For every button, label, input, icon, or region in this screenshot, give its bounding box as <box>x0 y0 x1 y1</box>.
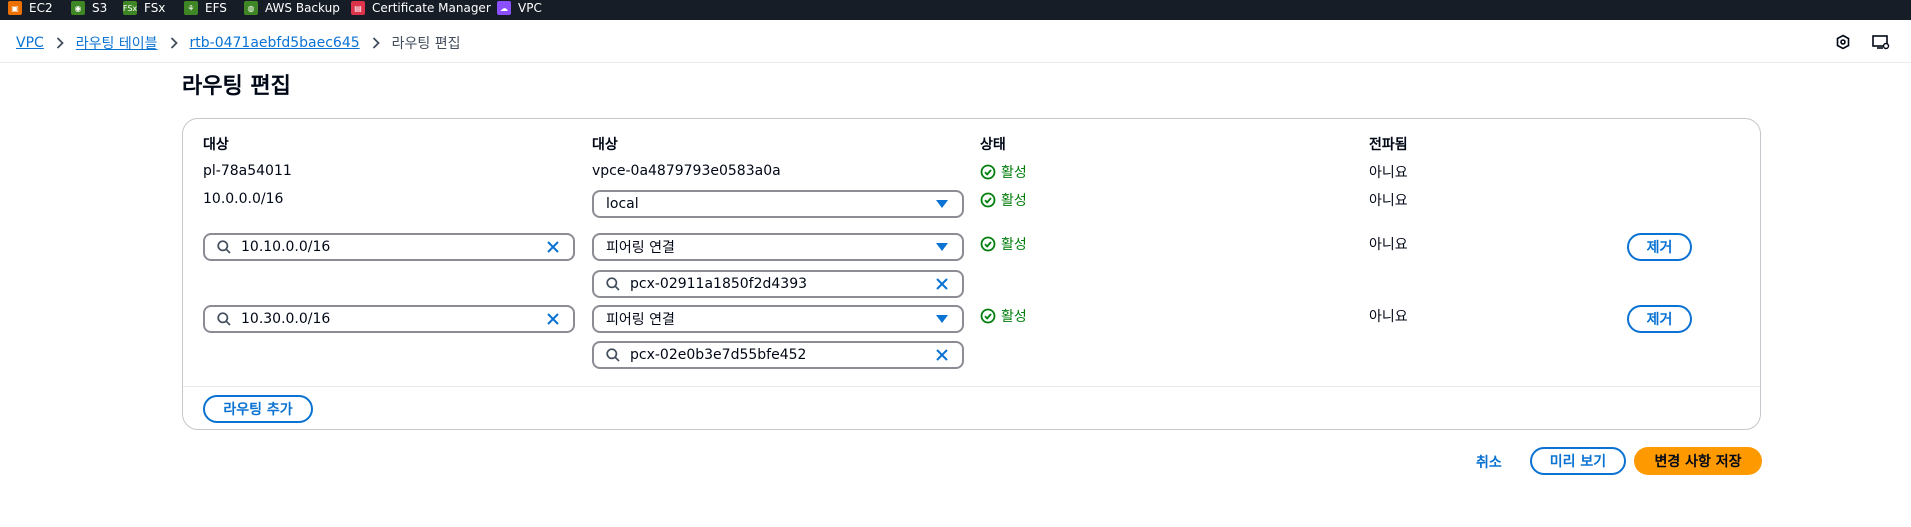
add-route-button[interactable]: 라우팅 추가 <box>203 395 313 423</box>
destination-search-input[interactable]: 10.10.0.0/16 <box>203 233 575 261</box>
chevron-right-icon <box>170 37 178 49</box>
target-type-select[interactable]: local <box>592 190 964 218</box>
route-propagated: 아니요 <box>1369 237 1408 253</box>
target-id-search-input[interactable]: pcx-02911a1850f2d4393 <box>592 270 964 298</box>
s3-icon: ◉ <box>71 1 85 15</box>
feedback-button[interactable] <box>1833 32 1853 52</box>
service-shortcut-s3[interactable]: ◉ S3 <box>71 0 107 16</box>
route-destination: 10.0.0.0/16 <box>203 191 284 207</box>
check-circle-icon <box>980 192 996 208</box>
breadcrumb-link-vpc[interactable]: VPC <box>16 35 44 51</box>
column-header-propagated: 전파됨 <box>1369 137 1408 153</box>
service-shortcut-vpc[interactable]: ☁ VPC <box>497 0 542 16</box>
service-shortcut-ec2[interactable]: ▣ EC2 <box>8 0 53 16</box>
route-propagated: 아니요 <box>1369 165 1408 181</box>
target-type-select[interactable]: 피어링 연결 <box>592 233 964 261</box>
remove-route-button[interactable]: 제거 <box>1627 233 1692 261</box>
monitor-settings-icon <box>1872 35 1890 50</box>
caret-down-icon <box>936 200 948 208</box>
save-changes-button[interactable]: 변경 사항 저장 <box>1634 447 1762 475</box>
search-icon <box>606 348 620 362</box>
destination-search-input[interactable]: 10.30.0.0/16 <box>203 305 575 333</box>
caret-down-icon <box>936 315 948 323</box>
service-shortcut-efs[interactable]: ⚘ EFS <box>184 0 227 16</box>
status-badge: 활성 <box>980 162 1027 182</box>
column-header-target: 대상 <box>592 137 618 153</box>
search-icon <box>217 312 231 326</box>
cancel-button[interactable]: 취소 <box>1476 452 1502 472</box>
status-badge: 활성 <box>980 306 1027 326</box>
clear-icon[interactable] <box>543 237 563 257</box>
service-shortcut-aws-backup[interactable]: ◍ AWS Backup <box>244 0 340 16</box>
target-id-search-input[interactable]: pcx-02e0b3e7d55bfe452 <box>592 341 964 369</box>
chevron-right-icon <box>372 37 380 49</box>
service-shortcut-fsx[interactable]: FSx FSx <box>123 0 165 16</box>
breadcrumb: VPC 라우팅 테이블 rtb-0471aebfd5baec645 라우팅 편집 <box>16 33 461 53</box>
panel-divider <box>183 386 1760 387</box>
efs-icon: ⚘ <box>184 1 198 15</box>
chevron-right-icon <box>56 37 64 49</box>
clear-icon[interactable] <box>543 309 563 329</box>
breadcrumb-link-route-tables[interactable]: 라우팅 테이블 <box>76 33 158 53</box>
fsx-icon: FSx <box>123 1 137 15</box>
clear-icon[interactable] <box>932 345 952 365</box>
check-circle-icon <box>980 308 996 324</box>
route-propagated: 아니요 <box>1369 193 1408 209</box>
column-header-status: 상태 <box>980 137 1006 153</box>
top-service-bar: ▣ EC2 ◉ S3 FSx FSx ⚘ EFS ◍ AWS Backup ▤ … <box>0 0 1911 20</box>
display-preferences-button[interactable] <box>1871 32 1891 52</box>
routes-container <box>182 118 1761 430</box>
route-propagated: 아니요 <box>1369 309 1408 325</box>
column-header-destination: 대상 <box>203 137 229 153</box>
page-title: 라우팅 편집 <box>182 74 291 99</box>
vpc-icon: ☁ <box>497 1 511 15</box>
aws-backup-icon: ◍ <box>244 1 258 15</box>
hexagon-settings-icon <box>1836 34 1850 50</box>
certificate-manager-icon: ▤ <box>351 1 365 15</box>
search-icon <box>217 240 231 254</box>
status-badge: 활성 <box>980 190 1027 210</box>
search-icon <box>606 277 620 291</box>
breadcrumb-current: 라우팅 편집 <box>391 36 461 52</box>
check-circle-icon <box>980 236 996 252</box>
caret-down-icon <box>936 243 948 251</box>
clear-icon[interactable] <box>932 274 952 294</box>
header-divider <box>0 62 1911 63</box>
target-type-select[interactable]: 피어링 연결 <box>592 305 964 333</box>
route-target: vpce-0a4879793e0583a0a <box>592 163 781 179</box>
status-badge: 활성 <box>980 234 1027 254</box>
breadcrumb-link-route-table-id[interactable]: rtb-0471aebfd5baec645 <box>190 35 360 51</box>
ec2-icon: ▣ <box>8 1 22 15</box>
preview-button[interactable]: 미리 보기 <box>1530 447 1626 475</box>
service-shortcut-certificate-manager[interactable]: ▤ Certificate Manager <box>351 0 491 16</box>
remove-route-button[interactable]: 제거 <box>1627 305 1692 333</box>
route-destination: pl-78a54011 <box>203 163 292 179</box>
check-circle-icon <box>980 164 996 180</box>
